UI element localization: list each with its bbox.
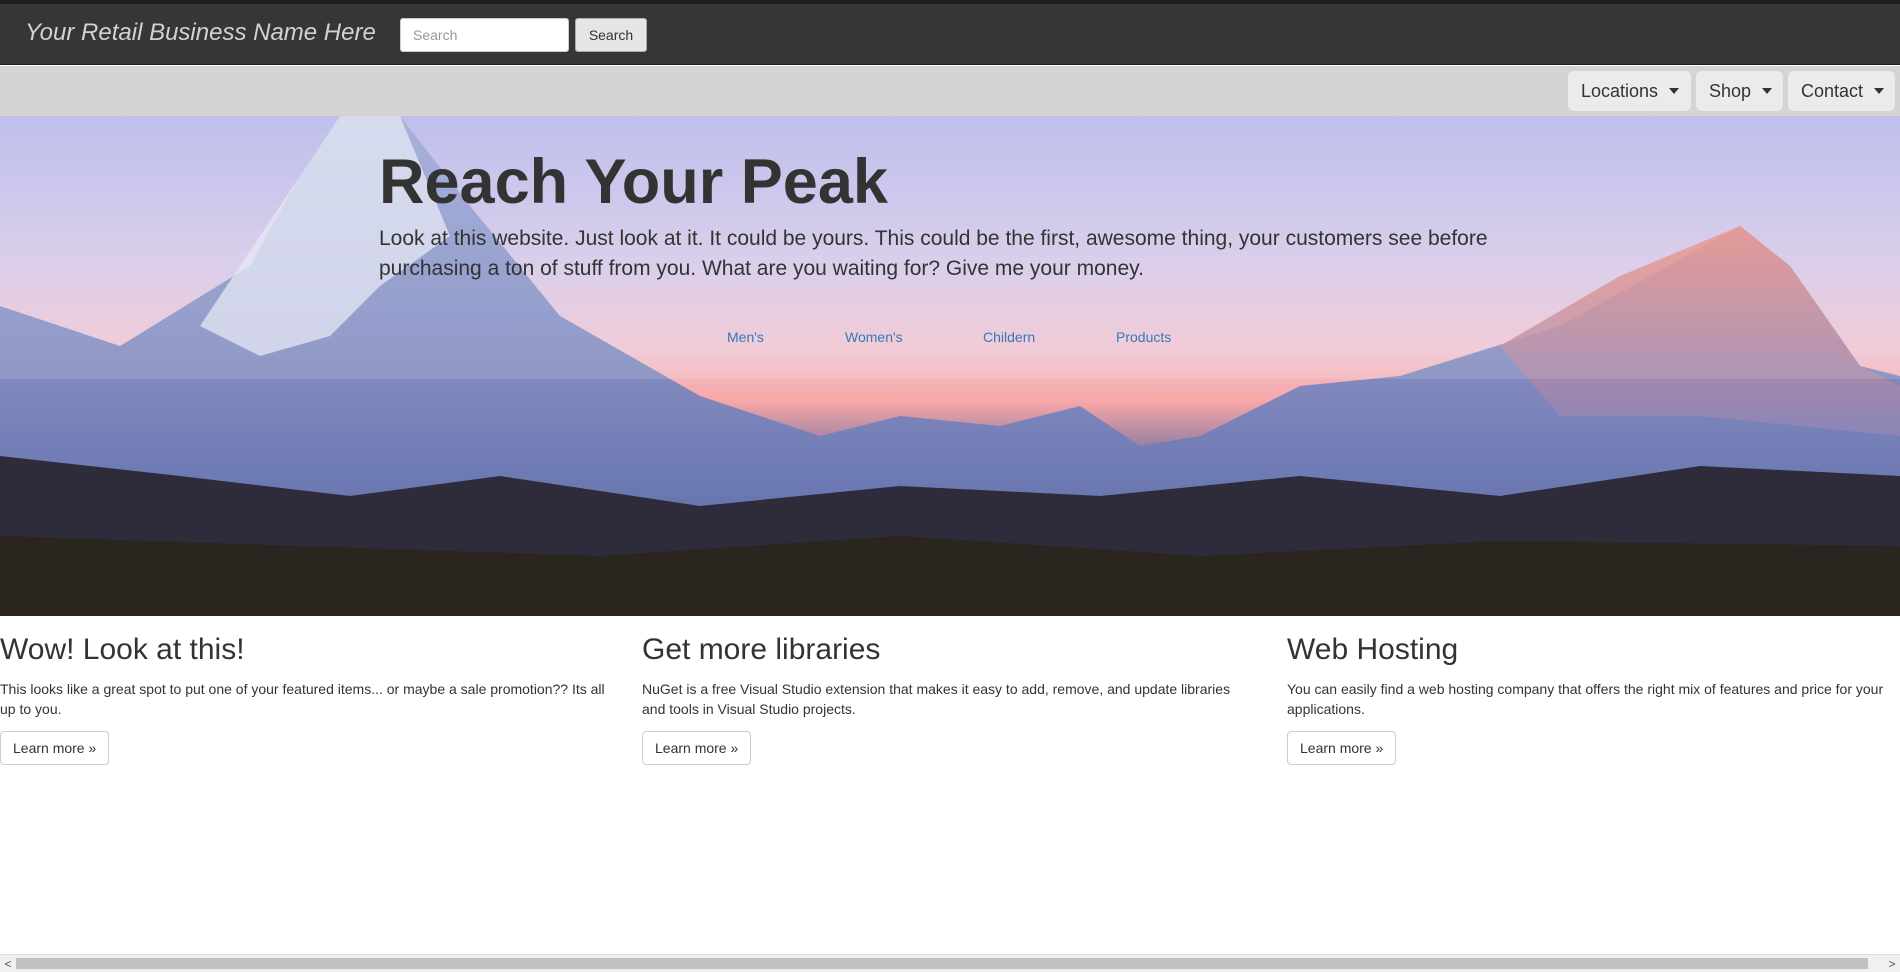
scrollbar-thumb[interactable] [16,958,1868,969]
hero-banner: Reach Your Peak Look at this website. Ju… [0,116,1900,616]
hero-description: Look at this website. Just look at it. I… [379,227,1488,280]
brand-name[interactable]: Your Retail Business Name Here [25,19,376,47]
category-link-womens[interactable]: Women's [845,329,903,345]
learn-more-button[interactable]: Learn more » [642,731,752,765]
feature-column: Wow! Look at this! This looks like a gre… [0,633,605,765]
locations-dropdown[interactable]: Locations [1568,71,1691,111]
feature-column: Get more libraries NuGet is a free Visua… [642,633,1247,765]
contact-dropdown-label: Contact [1801,80,1864,101]
search-button[interactable]: Search [575,18,647,52]
locations-dropdown-label: Locations [1581,80,1659,101]
learn-more-button[interactable]: Learn more » [0,731,110,765]
scroll-left-arrow-icon[interactable]: < [1,956,15,972]
search-input[interactable] [400,18,569,52]
caret-down-icon [1669,88,1680,94]
horizontal-scrollbar[interactable]: < > [0,954,1900,972]
feature-text: This looks like a great spot to put one … [0,681,605,717]
hero-title: Reach Your Peak [379,147,888,217]
secondary-navbar: Locations Shop Contact [0,66,1900,116]
contact-dropdown[interactable]: Contact [1788,71,1895,111]
scroll-right-arrow-icon[interactable]: > [1885,956,1899,972]
shop-dropdown-label: Shop [1709,80,1752,101]
feature-title: Wow! Look at this! [0,633,245,666]
feature-text: NuGet is a free Visual Studio extension … [642,681,1231,717]
caret-down-icon [1762,88,1773,94]
caret-down-icon [1874,88,1885,94]
shop-dropdown[interactable]: Shop [1696,71,1783,111]
feature-text: You can easily find a web hosting compan… [1287,681,1884,717]
category-link-mens[interactable]: Men's [727,329,764,345]
category-link-children[interactable]: Childern [983,329,1035,345]
category-link-products[interactable]: Products [1116,329,1171,345]
feature-title: Get more libraries [642,633,881,666]
learn-more-button[interactable]: Learn more » [1287,731,1397,765]
feature-title: Web Hosting [1287,633,1459,666]
feature-column: Web Hosting You can easily find a web ho… [1287,633,1892,765]
top-navbar: Your Retail Business Name Here Search [0,4,1900,65]
